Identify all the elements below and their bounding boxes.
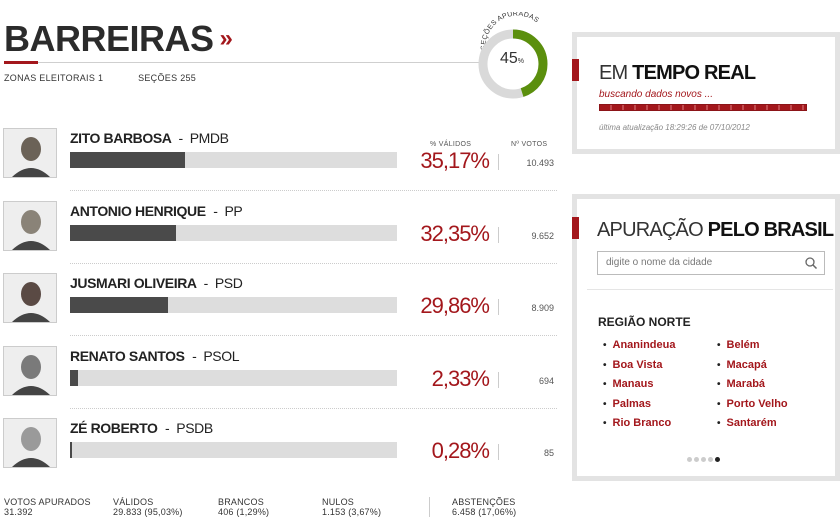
brasil-panel: APURAÇÃO PELO BRASIL digite o nome da ci… bbox=[572, 194, 840, 481]
row-divider bbox=[70, 263, 557, 264]
column-divider bbox=[498, 372, 499, 388]
realtime-title: EM TEMPO REAL bbox=[599, 62, 756, 84]
candidate-name: ZÉ ROBERTO - PSDB bbox=[70, 420, 213, 436]
candidate-name: RENATO SANTOS - PSOL bbox=[70, 348, 240, 364]
city-link[interactable]: Marabá bbox=[717, 378, 788, 398]
candidate-votes: 85 bbox=[543, 448, 554, 458]
candidate-party: - PP bbox=[213, 203, 243, 219]
page-dot[interactable] bbox=[694, 457, 699, 462]
section-marker bbox=[572, 59, 579, 81]
page-dot[interactable] bbox=[701, 457, 706, 462]
candidate-percent: 32,35% bbox=[420, 221, 490, 246]
city-link[interactable]: Santarém bbox=[717, 417, 788, 437]
candidate-percent: 29,86% bbox=[420, 293, 490, 318]
vote-share-bar bbox=[70, 370, 397, 386]
city-link[interactable]: Belém bbox=[717, 339, 788, 359]
vote-share-fill bbox=[70, 370, 78, 386]
column-divider bbox=[498, 299, 499, 315]
realtime-progress-bar bbox=[599, 104, 807, 111]
candidate-row: RENATO SANTOS - PSOL 2,33% 694 bbox=[0, 346, 560, 418]
pagination-dots bbox=[687, 449, 722, 467]
candidate-party: - PSDB bbox=[165, 420, 213, 436]
column-divider bbox=[498, 444, 499, 460]
region-title: REGIÃO NORTE bbox=[598, 315, 691, 329]
election-meta: ZONAS ELEITORAIS 1 SEÇÕES 255 bbox=[4, 73, 228, 83]
vote-share-fill bbox=[70, 297, 168, 313]
candidate-row: ZÉ ROBERTO - PSDB 0,28% 85 bbox=[0, 418, 560, 490]
realtime-panel: EM TEMPO REAL buscando dados novos ... ú… bbox=[572, 32, 840, 154]
city-search-input[interactable]: digite o nome da cidade bbox=[597, 251, 825, 275]
secoes-apuradas-gauge: SEÇÕES APURADAS 45% bbox=[476, 11, 562, 100]
page-dot[interactable] bbox=[687, 457, 692, 462]
city-list-right: BelémMacapáMarabáPorto VelhoSantarém bbox=[717, 339, 788, 437]
candidate-percent: 2,33% bbox=[431, 366, 490, 391]
total-brancos: BRANCOS 406 (1,29%) bbox=[218, 497, 270, 517]
city-link[interactable]: Ananindeua bbox=[603, 339, 676, 359]
city-link[interactable]: Macapá bbox=[717, 359, 788, 379]
candidate-votes: 9.652 bbox=[531, 231, 554, 241]
candidate-row: ANTONIO HENRIQUE - PP 32,35% 9.652 bbox=[0, 201, 560, 273]
secoes-count: SEÇÕES 255 bbox=[138, 73, 197, 83]
total-validos: VÁLIDOS 29.833 (95,03%) bbox=[113, 497, 183, 517]
candidate-votes: 694 bbox=[538, 376, 554, 386]
column-divider bbox=[498, 227, 499, 243]
vote-share-fill bbox=[70, 442, 72, 458]
vote-share-bar bbox=[70, 297, 397, 313]
candidate-photo bbox=[3, 201, 57, 251]
city-link[interactable]: Palmas bbox=[603, 398, 675, 418]
candidate-party: - PSD bbox=[203, 275, 243, 291]
candidate-votes: 8.909 bbox=[531, 303, 554, 313]
candidate-photo bbox=[3, 346, 57, 396]
total-apurados: VOTOS APURADOS 31.392 bbox=[4, 497, 91, 517]
vote-share-bar bbox=[70, 442, 397, 458]
city-link[interactable]: Porto Velho bbox=[717, 398, 788, 418]
row-divider bbox=[70, 335, 557, 336]
gauge-value: 45% bbox=[499, 50, 525, 67]
section-marker bbox=[572, 217, 579, 239]
vote-share-fill bbox=[70, 225, 176, 241]
city-list-left: AnanindeuaBoa VistaManausPalmasRio Branc… bbox=[603, 339, 676, 437]
candidate-row: JUSMARI OLIVEIRA - PSD 29,86% 8.909 bbox=[0, 273, 560, 345]
search-icon[interactable] bbox=[804, 256, 818, 270]
realtime-status: buscando dados novos ... bbox=[599, 89, 713, 100]
zonas-count: ZONAS ELEITORAIS 1 bbox=[4, 73, 104, 83]
city-title[interactable]: BARREIRAS» bbox=[4, 18, 233, 60]
column-divider bbox=[498, 154, 499, 170]
last-update: última atualização 18:29:26 de 07/10/201… bbox=[599, 123, 750, 132]
candidate-name: JUSMARI OLIVEIRA - PSD bbox=[70, 275, 243, 291]
vote-share-bar bbox=[70, 152, 397, 168]
total-nulos: NULOS 1.153 (3,67%) bbox=[322, 497, 382, 517]
page-dot[interactable] bbox=[708, 457, 713, 462]
vote-share-fill bbox=[70, 152, 185, 168]
candidate-photo bbox=[3, 273, 57, 323]
candidate-photo bbox=[3, 418, 57, 468]
brasil-title: APURAÇÃO PELO BRASIL bbox=[597, 219, 834, 241]
city-link[interactable]: Boa Vista bbox=[603, 359, 675, 379]
row-divider bbox=[70, 408, 557, 409]
candidate-votes: 10.493 bbox=[526, 158, 554, 168]
row-divider bbox=[70, 190, 557, 191]
candidate-name: ZITO BARBOSA - PMDB bbox=[70, 130, 229, 146]
candidate-row: ZITO BARBOSA - PMDB 35,17% 10.493 bbox=[0, 128, 560, 200]
total-abstencoes: ABSTENÇÕES 6.458 (17,06%) bbox=[452, 497, 517, 517]
candidate-percent: 35,17% bbox=[420, 148, 490, 173]
city-link[interactable]: Manaus bbox=[603, 378, 675, 398]
chevron-right-icon: » bbox=[219, 25, 233, 52]
candidate-photo bbox=[3, 128, 57, 178]
brasil-divider bbox=[587, 289, 833, 290]
title-divider bbox=[4, 62, 479, 63]
candidate-name: ANTONIO HENRIQUE - PP bbox=[70, 203, 243, 219]
candidate-party: - PMDB bbox=[178, 130, 229, 146]
page-dot[interactable] bbox=[715, 457, 720, 462]
vote-share-bar bbox=[70, 225, 397, 241]
candidate-percent: 0,28% bbox=[431, 438, 490, 463]
totals-divider bbox=[429, 497, 430, 517]
title-accent-bar bbox=[4, 61, 38, 64]
candidate-party: - PSOL bbox=[192, 348, 240, 364]
city-link[interactable]: Rio Branco bbox=[603, 417, 675, 437]
search-placeholder: digite o nome da cidade bbox=[606, 257, 713, 268]
